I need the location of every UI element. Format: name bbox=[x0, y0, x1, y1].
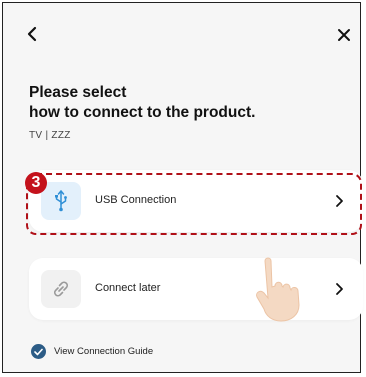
chevron-right-icon bbox=[332, 281, 346, 297]
title-line-2: how to connect to the product. bbox=[29, 104, 256, 121]
close-icon bbox=[338, 29, 350, 41]
check-circle-icon bbox=[31, 344, 46, 359]
device-label: TV | ZZZ bbox=[29, 130, 71, 141]
connect-later-label: Connect later bbox=[95, 282, 161, 294]
option-usb-connection[interactable]: USB Connection bbox=[29, 170, 363, 232]
chevron-left-icon bbox=[27, 26, 37, 42]
connection-screen: Please select how to connect to the prod… bbox=[2, 2, 363, 373]
usb-connection-label: USB Connection bbox=[95, 194, 177, 206]
chevron-right-icon bbox=[332, 193, 346, 209]
back-button[interactable] bbox=[21, 23, 43, 45]
usb-icon bbox=[55, 190, 67, 212]
title-line-1: Please select bbox=[29, 84, 127, 101]
page-title: Please select how to connect to the prod… bbox=[29, 83, 255, 123]
option-connect-later[interactable]: Connect later bbox=[29, 258, 363, 320]
view-connection-guide-link[interactable]: View Connection Guide bbox=[31, 344, 153, 359]
usb-icon-box bbox=[41, 182, 81, 220]
view-connection-guide-label: View Connection Guide bbox=[54, 346, 154, 357]
link-icon-box bbox=[41, 270, 81, 308]
step-number-badge: 3 bbox=[25, 172, 47, 194]
close-button[interactable] bbox=[333, 24, 355, 46]
link-icon bbox=[54, 281, 68, 297]
